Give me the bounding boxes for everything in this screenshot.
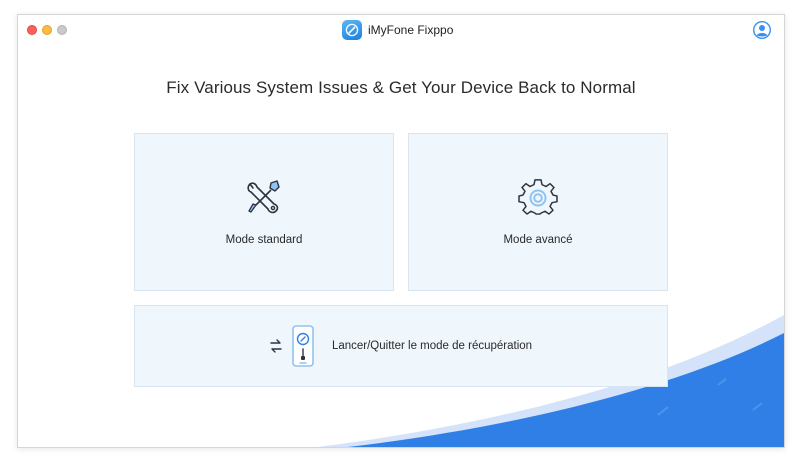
- standard-mode-label: Mode standard: [225, 234, 303, 246]
- app-logo-icon: [342, 20, 362, 40]
- maximize-window-button[interactable]: [57, 25, 67, 35]
- app-window: iMyFone Fixppo Fix Various System Issues…: [17, 14, 785, 448]
- tools-icon: [247, 180, 280, 214]
- recovery-mode-card[interactable]: Lancer/Quitter le mode de récupération: [134, 305, 668, 387]
- account-icon[interactable]: [753, 21, 771, 39]
- swap-arrows-icon: [270, 339, 282, 353]
- recovery-mode-label: Lancer/Quitter le mode de récupération: [331, 340, 533, 352]
- app-brand: iMyFone Fixppo: [342, 19, 453, 41]
- recovery-row: Lancer/Quitter le mode de récupération: [135, 306, 667, 386]
- page-title: Fix Various System Issues & Get Your Dev…: [166, 78, 636, 97]
- app-title: iMyFone Fixppo: [368, 23, 454, 37]
- standard-mode-card[interactable]: Mode standard: [134, 133, 394, 291]
- advanced-mode-label: Mode avancé: [503, 234, 573, 246]
- gear-icon: [518, 179, 558, 215]
- minimize-window-button[interactable]: [42, 25, 52, 35]
- phone-recovery-icon: [292, 325, 314, 367]
- title-bar: iMyFone Fixppo: [18, 15, 784, 45]
- advanced-mode-card[interactable]: Mode avancé: [408, 133, 668, 291]
- close-window-button[interactable]: [27, 25, 37, 35]
